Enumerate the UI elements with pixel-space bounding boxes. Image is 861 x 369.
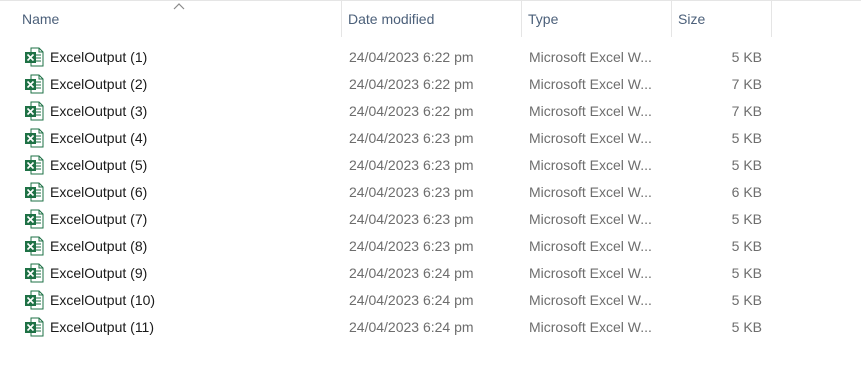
file-size: 7 KB <box>731 76 762 92</box>
excel-file-icon <box>24 263 44 283</box>
file-date-modified: 24/04/2023 6:24 pm <box>349 292 474 308</box>
column-header-type[interactable]: Type <box>521 1 671 37</box>
file-date-modified: 24/04/2023 6:23 pm <box>349 157 474 173</box>
file-type: Microsoft Excel W... <box>529 292 652 308</box>
file-row[interactable]: ExcelOutput (6) 24/04/2023 6:23 pm Microso… <box>0 179 861 206</box>
file-type: Microsoft Excel W... <box>529 157 652 173</box>
file-date-modified: 24/04/2023 6:22 pm <box>349 76 474 92</box>
file-row[interactable]: ExcelOutput (8) 24/04/2023 6:23 pm Microso… <box>0 233 861 260</box>
file-size: 5 KB <box>731 130 762 146</box>
file-name: ExcelOutput (5) <box>50 157 148 173</box>
column-header-bar: Name Date modified Type Size <box>0 0 861 37</box>
file-type: Microsoft Excel W... <box>529 238 652 254</box>
file-name: ExcelOutput (9) <box>50 265 148 281</box>
file-row[interactable]: ExcelOutput (11) 24/04/2023 6:24 pm Micros… <box>0 314 861 341</box>
file-type: Microsoft Excel W... <box>529 103 652 119</box>
file-size: 7 KB <box>731 103 762 119</box>
file-name: ExcelOutput (7) <box>50 211 148 227</box>
file-row[interactable]: ExcelOutput (2) 24/04/2023 6:22 pm Microso… <box>0 71 861 98</box>
file-type: Microsoft Excel W... <box>529 265 652 281</box>
file-name: ExcelOutput (8) <box>50 238 148 254</box>
file-row[interactable]: ExcelOutput (9) 24/04/2023 6:24 pm Microso… <box>0 260 861 287</box>
file-type: Microsoft Excel W... <box>529 184 652 200</box>
file-date-modified: 24/04/2023 6:24 pm <box>349 319 474 335</box>
file-type: Microsoft Excel W... <box>529 211 652 227</box>
file-type: Microsoft Excel W... <box>529 130 652 146</box>
excel-file-icon <box>24 155 44 175</box>
file-date-modified: 24/04/2023 6:24 pm <box>349 265 474 281</box>
file-type: Microsoft Excel W... <box>529 319 652 335</box>
file-name: ExcelOutput (6) <box>50 184 148 200</box>
file-size: 5 KB <box>731 292 762 308</box>
excel-file-icon <box>24 47 44 67</box>
file-size: 5 KB <box>731 265 762 281</box>
file-row[interactable]: ExcelOutput (7) 24/04/2023 6:23 pm Microso… <box>0 206 861 233</box>
column-header-name[interactable]: Name <box>16 1 341 37</box>
file-size: 5 KB <box>731 238 762 254</box>
file-name: ExcelOutput (2) <box>50 76 148 92</box>
excel-file-icon <box>24 128 44 148</box>
excel-file-icon <box>24 182 44 202</box>
excel-file-icon <box>24 290 44 310</box>
file-row[interactable]: ExcelOutput (1) 24/04/2023 6:22 pm Microso… <box>0 44 861 71</box>
file-date-modified: 24/04/2023 6:23 pm <box>349 184 474 200</box>
file-size: 5 KB <box>731 157 762 173</box>
column-header-size[interactable]: Size <box>671 1 772 37</box>
file-size: 6 KB <box>731 184 762 200</box>
file-row[interactable]: ExcelOutput (10) 24/04/2023 6:24 pm Micros… <box>0 287 861 314</box>
file-date-modified: 24/04/2023 6:22 pm <box>349 49 474 65</box>
file-name: ExcelOutput (11) <box>50 319 155 335</box>
file-type: Microsoft Excel W... <box>529 49 652 65</box>
file-name: ExcelOutput (4) <box>50 130 148 146</box>
file-size: 5 KB <box>731 211 762 227</box>
file-row[interactable]: ExcelOutput (4) 24/04/2023 6:23 pm Microso… <box>0 125 861 152</box>
file-date-modified: 24/04/2023 6:23 pm <box>349 238 474 254</box>
file-list: ExcelOutput (1) 24/04/2023 6:22 pm Microso… <box>0 44 861 341</box>
file-date-modified: 24/04/2023 6:22 pm <box>349 103 474 119</box>
excel-file-icon <box>24 317 44 337</box>
file-row[interactable]: ExcelOutput (3) 24/04/2023 6:22 pm Microso… <box>0 98 861 125</box>
file-date-modified: 24/04/2023 6:23 pm <box>349 211 474 227</box>
excel-file-icon <box>24 236 44 256</box>
file-size: 5 KB <box>731 319 762 335</box>
excel-file-icon <box>24 209 44 229</box>
file-date-modified: 24/04/2023 6:23 pm <box>349 130 474 146</box>
file-row[interactable]: ExcelOutput (5) 24/04/2023 6:23 pm Microso… <box>0 152 861 179</box>
file-size: 5 KB <box>731 49 762 65</box>
excel-file-icon <box>24 74 44 94</box>
column-header-date-modified[interactable]: Date modified <box>341 1 521 37</box>
file-type: Microsoft Excel W... <box>529 76 652 92</box>
excel-file-icon <box>24 101 44 121</box>
file-name: ExcelOutput (10) <box>50 292 156 308</box>
file-name: ExcelOutput (1) <box>50 49 148 65</box>
file-name: ExcelOutput (3) <box>50 103 148 119</box>
